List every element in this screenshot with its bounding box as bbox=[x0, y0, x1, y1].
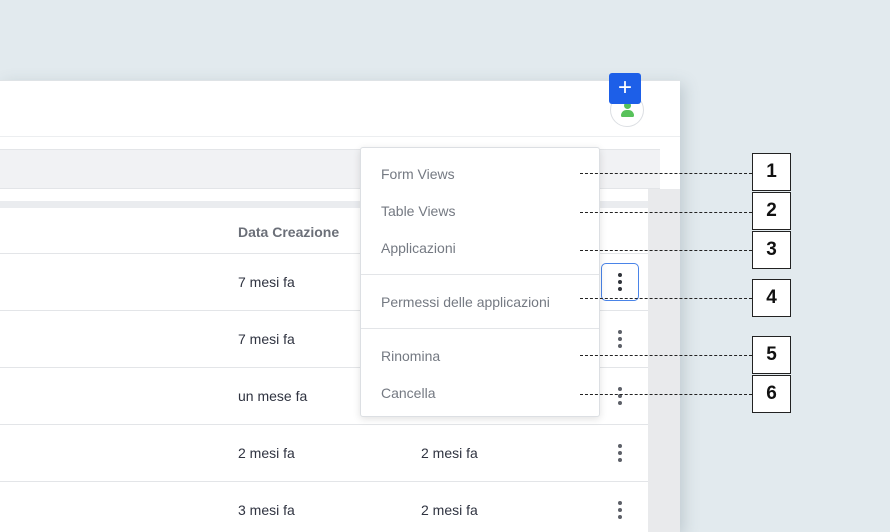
column-header-created: Data Creazione bbox=[238, 224, 340, 240]
kebab-icon bbox=[618, 444, 622, 448]
created-cell: un mese fa bbox=[238, 388, 308, 404]
row-actions-button[interactable] bbox=[606, 382, 634, 410]
created-cell: 3 mesi fa bbox=[238, 502, 295, 518]
menu-item-cancella[interactable]: Cancella bbox=[381, 385, 435, 401]
callout-leader-line bbox=[580, 212, 752, 213]
kebab-icon bbox=[618, 330, 622, 334]
menu-item-form-views[interactable]: Form Views bbox=[381, 166, 455, 182]
callout-leader-line bbox=[580, 394, 752, 395]
row-actions-button[interactable] bbox=[606, 325, 634, 353]
callout-leader-line bbox=[580, 173, 752, 174]
row-actions-button[interactable] bbox=[606, 439, 634, 467]
create-dropdown-menu: Form Views Table Views Applicazioni Perm… bbox=[360, 147, 600, 417]
kebab-icon bbox=[618, 273, 622, 277]
top-bar bbox=[0, 81, 680, 137]
callout-leader-line bbox=[580, 250, 752, 251]
callout-leader-line bbox=[580, 298, 752, 299]
created-cell: 2 mesi fa bbox=[238, 445, 295, 461]
table-row[interactable]: 2 mesi fa 2 mesi fa bbox=[0, 425, 648, 482]
callout-1: 1 bbox=[752, 153, 791, 191]
menu-item-rinomina[interactable]: Rinomina bbox=[381, 348, 440, 364]
menu-item-permessi[interactable]: Permessi delle applicazioni bbox=[381, 294, 550, 310]
created-cell: 7 mesi fa bbox=[238, 274, 295, 290]
menu-divider bbox=[361, 274, 599, 275]
callout-6: 6 bbox=[752, 375, 791, 413]
row-actions-button[interactable] bbox=[601, 263, 639, 301]
menu-item-table-views[interactable]: Table Views bbox=[381, 203, 455, 219]
callout-3: 3 bbox=[752, 231, 791, 269]
callout-5: 5 bbox=[752, 336, 791, 374]
callout-leader-line bbox=[580, 355, 752, 356]
callout-2: 2 bbox=[752, 192, 791, 230]
add-button[interactable]: + bbox=[609, 73, 641, 104]
menu-divider bbox=[361, 328, 599, 329]
table-row[interactable]: 3 mesi fa 2 mesi fa bbox=[0, 482, 648, 532]
row-actions-button[interactable] bbox=[606, 496, 634, 524]
menu-item-applicazioni[interactable]: Applicazioni bbox=[381, 240, 456, 256]
created-cell: 7 mesi fa bbox=[238, 331, 295, 347]
kebab-icon bbox=[618, 387, 622, 391]
modified-cell: 2 mesi fa bbox=[421, 502, 478, 518]
callout-4: 4 bbox=[752, 279, 791, 317]
modified-cell: 2 mesi fa bbox=[421, 445, 478, 461]
side-rail bbox=[648, 189, 680, 532]
kebab-icon bbox=[618, 501, 622, 505]
